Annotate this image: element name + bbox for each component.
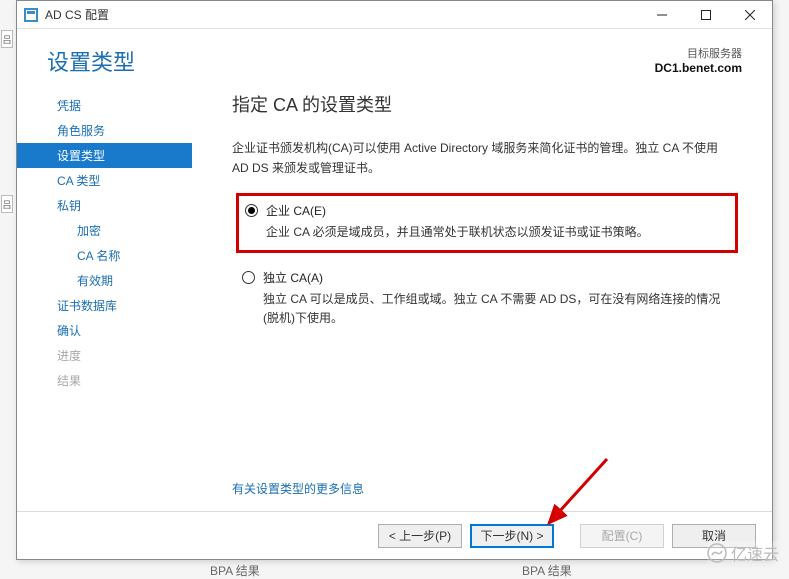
option-standalone-label: 独立 CA(A) — [263, 269, 732, 286]
watermark-text: 亿速云 — [731, 541, 779, 565]
body: 凭据 角色服务 设置类型 CA 类型 私钥 加密 CA 名称 有效期 证书数据库… — [17, 87, 772, 507]
wizard-window: AD CS 配置 设置类型 目标服务器 DC1.benet.com 凭据 角色服… — [16, 0, 773, 560]
main-title: 指定 CA 的设置类型 — [232, 91, 738, 117]
header: 设置类型 目标服务器 DC1.benet.com — [17, 29, 772, 87]
sidebar-item-role-services[interactable]: 角色服务 — [17, 118, 192, 143]
sidebar-item-confirm[interactable]: 确认 — [17, 318, 192, 343]
option-standalone-desc: 独立 CA 可以是成员、工作组或域。独立 CA 不需要 AD DS，可在没有网络… — [263, 290, 732, 328]
close-button[interactable] — [728, 1, 772, 29]
target-server-name: DC1.benet.com — [655, 61, 742, 75]
watermark: 亿速云 — [707, 541, 779, 565]
sidebar-item-progress: 进度 — [17, 343, 192, 368]
sidebar-item-credentials[interactable]: 凭据 — [17, 93, 192, 118]
main-description: 企业证书颁发机构(CA)可以使用 Active Directory 域服务来简化… — [232, 139, 738, 179]
window-controls — [640, 1, 772, 29]
sidebar-item-ca-name[interactable]: CA 名称 — [17, 243, 192, 268]
main-content: 指定 CA 的设置类型 企业证书颁发机构(CA)可以使用 Active Dire… — [192, 87, 772, 507]
more-info-link[interactable]: 有关设置类型的更多信息 — [232, 482, 364, 496]
left-decoration-1: 吕 — [1, 30, 13, 48]
radio-standalone-ca[interactable] — [242, 271, 255, 284]
bpa-results-right: BPA 结果 — [522, 562, 572, 579]
sidebar-item-results: 结果 — [17, 368, 192, 393]
configure-button: 配置(C) — [580, 524, 664, 548]
sidebar-item-cert-db[interactable]: 证书数据库 — [17, 293, 192, 318]
window-title: AD CS 配置 — [45, 6, 640, 23]
option-group: 企业 CA(E) 企业 CA 必须是域成员，并且通常处于联机状态以颁发证书或证书… — [236, 193, 738, 337]
titlebar: AD CS 配置 — [17, 1, 772, 29]
left-decoration-2: 吕 — [1, 195, 13, 213]
option-standalone-body: 独立 CA(A) 独立 CA 可以是成员、工作组或域。独立 CA 不需要 AD … — [263, 269, 732, 328]
page-title: 设置类型 — [47, 45, 135, 77]
sidebar-item-setup-type[interactable]: 设置类型 — [17, 143, 192, 168]
option-standalone-ca[interactable]: 独立 CA(A) 独立 CA 可以是成员、工作组或域。独立 CA 不需要 AD … — [236, 263, 738, 336]
more-info-row: 有关设置类型的更多信息 — [232, 480, 364, 497]
bpa-results-left: BPA 结果 — [210, 562, 260, 579]
minimize-button[interactable] — [640, 1, 684, 29]
option-enterprise-ca[interactable]: 企业 CA(E) 企业 CA 必须是域成员，并且通常处于联机状态以颁发证书或证书… — [236, 193, 738, 253]
option-enterprise-label: 企业 CA(E) — [266, 202, 729, 219]
option-enterprise-body: 企业 CA(E) 企业 CA 必须是域成员，并且通常处于联机状态以颁发证书或证书… — [266, 202, 729, 242]
maximize-button[interactable] — [684, 1, 728, 29]
option-enterprise-desc: 企业 CA 必须是域成员，并且通常处于联机状态以颁发证书或证书策略。 — [266, 223, 729, 242]
sidebar-item-private-key[interactable]: 私钥 — [17, 193, 192, 218]
target-server-block: 目标服务器 DC1.benet.com — [655, 45, 742, 75]
prev-button[interactable]: < 上一步(P) — [378, 524, 462, 548]
sidebar-item-crypto[interactable]: 加密 — [17, 218, 192, 243]
target-server-label: 目标服务器 — [655, 45, 742, 61]
sidebar-item-validity[interactable]: 有效期 — [17, 268, 192, 293]
footer: < 上一步(P) 下一步(N) > 配置(C) 取消 — [17, 511, 772, 559]
sidebar-item-ca-type[interactable]: CA 类型 — [17, 168, 192, 193]
sidebar: 凭据 角色服务 设置类型 CA 类型 私钥 加密 CA 名称 有效期 证书数据库… — [17, 87, 192, 507]
next-button[interactable]: 下一步(N) > — [470, 524, 554, 548]
radio-enterprise-ca[interactable] — [245, 204, 258, 217]
app-icon — [23, 7, 39, 23]
